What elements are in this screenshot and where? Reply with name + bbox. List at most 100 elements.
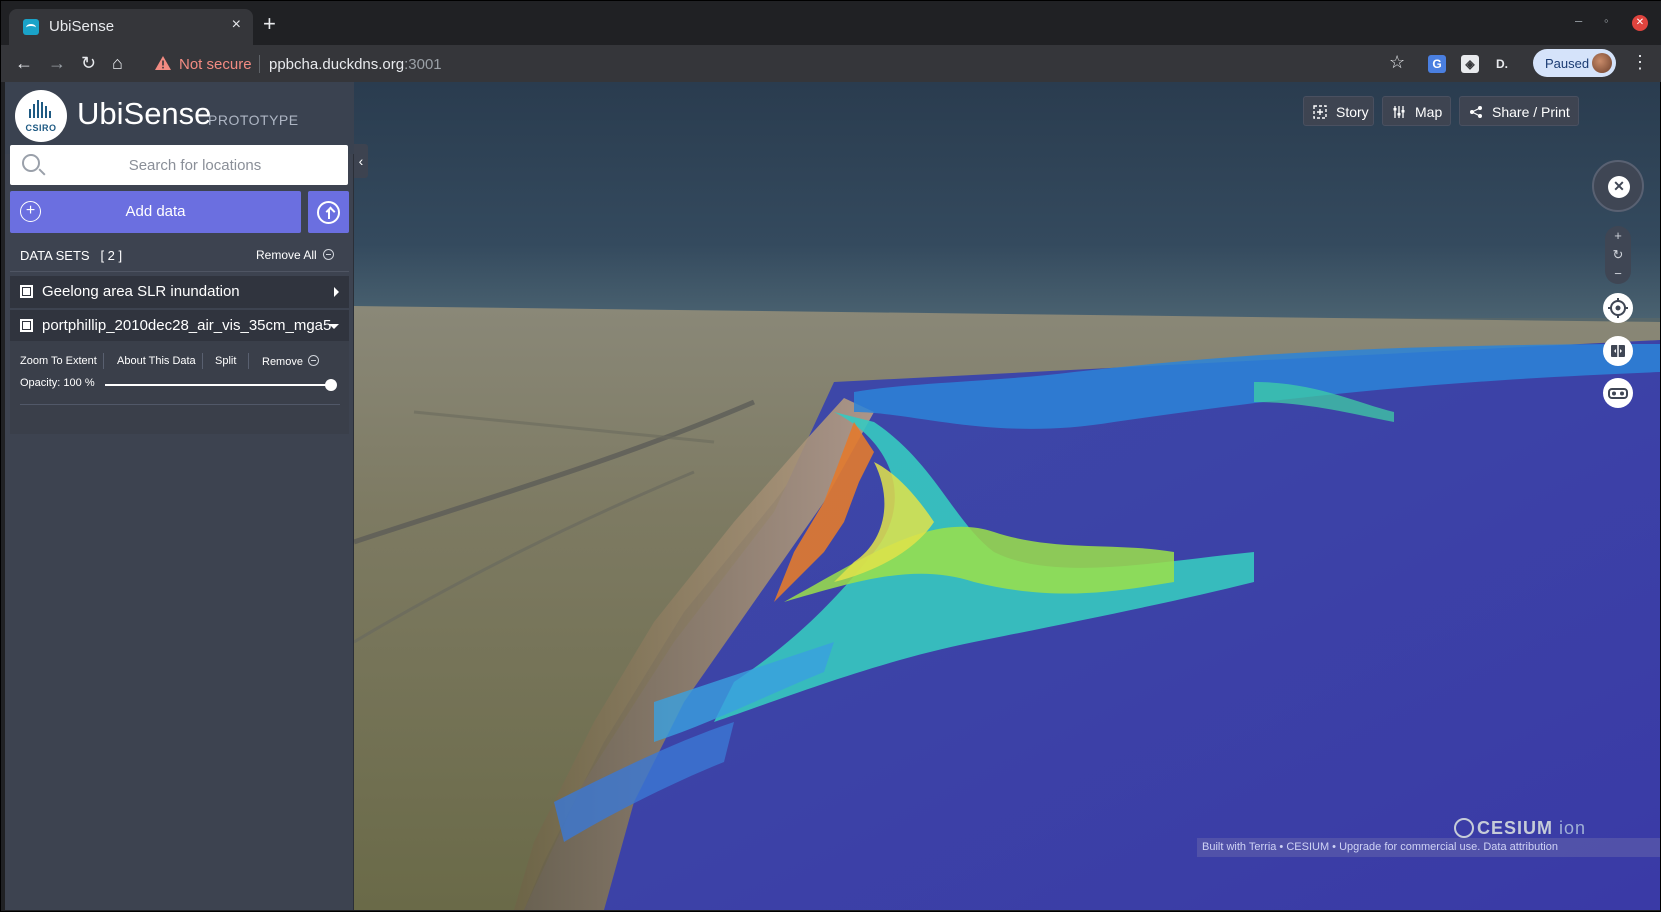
- search-icon: [22, 154, 40, 172]
- divider: [10, 271, 349, 272]
- map-3d-view[interactable]: Story Map Share / Print + ↻ −: [354, 82, 1660, 910]
- add-data-button[interactable]: + Add data: [10, 191, 301, 233]
- action-divider: [202, 353, 203, 369]
- slider-knob[interactable]: [325, 379, 337, 391]
- split-button[interactable]: Split: [215, 355, 236, 367]
- dataset-name: portphillip_2010dec28_air_vis_35cm_mga55: [42, 317, 332, 334]
- chevron-left-icon: ‹: [358, 153, 364, 169]
- action-divider: [248, 353, 249, 369]
- add-data-label: Add data: [125, 203, 186, 220]
- dataset-checkbox[interactable]: [20, 285, 33, 298]
- my-location-button[interactable]: [1603, 293, 1633, 323]
- share-print-label: Share / Print: [1492, 104, 1570, 120]
- terrain-scene: [354, 306, 1660, 910]
- vr-goggles-icon: [1608, 388, 1628, 399]
- collapse-sidebar-button[interactable]: ‹: [354, 144, 368, 178]
- opacity-label: Opacity: 100 %: [20, 377, 95, 389]
- compass-control[interactable]: [1592, 160, 1644, 212]
- map-settings-button[interactable]: Map: [1382, 96, 1451, 126]
- zoom-to-extent-button[interactable]: Zoom To Extent: [20, 355, 97, 367]
- browser-menu-icon[interactable]: ⋮: [1631, 52, 1649, 73]
- cesium-ring-icon: [1454, 818, 1474, 838]
- url-port: :3001: [404, 56, 442, 73]
- map-label: Map: [1415, 104, 1443, 120]
- profile-status: Paused: [1545, 56, 1590, 71]
- minimize-button[interactable]: –: [1575, 13, 1582, 28]
- browser-window: UbiSense × + – ◦ ✕ ← → ↻ ⌂ Not secure pp…: [0, 0, 1661, 912]
- dataset-item[interactable]: Geelong area SLR inundation: [10, 276, 349, 308]
- dataset-checkbox[interactable]: [20, 319, 33, 332]
- profile-button[interactable]: Paused: [1533, 49, 1616, 77]
- story-button[interactable]: Story: [1303, 96, 1374, 126]
- close-window-button[interactable]: ✕: [1632, 15, 1648, 31]
- home-icon[interactable]: ⌂: [112, 53, 123, 73]
- collapse-arrow-icon[interactable]: [329, 324, 339, 329]
- opacity-slider[interactable]: [105, 379, 337, 391]
- map-credits[interactable]: Built with Terria • CESIUM • Upgrade for…: [1197, 838, 1660, 857]
- zoom-control: + ↻ −: [1605, 226, 1631, 284]
- expand-arrow-icon[interactable]: [334, 287, 339, 297]
- sliders-icon: [1393, 106, 1405, 118]
- dataset-name: Geelong area SLR inundation: [42, 283, 240, 300]
- cesium-logo[interactable]: CESIUM ion: [1454, 818, 1586, 839]
- tab-strip: UbiSense × + – ◦ ✕: [1, 1, 1661, 45]
- about-data-button[interactable]: About This Data: [117, 355, 196, 367]
- datasets-title: DATA SETS [ 2 ]: [20, 248, 122, 263]
- logo-text: CSIRO: [25, 123, 57, 133]
- split-icon: [1611, 344, 1625, 358]
- story-icon: [1313, 105, 1327, 119]
- share-print-button[interactable]: Share / Print: [1459, 96, 1579, 126]
- back-icon[interactable]: ←: [15, 53, 33, 73]
- compass-icon: [1608, 176, 1630, 198]
- zoom-in-button[interactable]: +: [1605, 226, 1631, 245]
- prototype-badge: PROTOTYPE: [208, 112, 299, 128]
- restore-button[interactable]: ◦: [1604, 13, 1609, 28]
- action-divider: [103, 353, 104, 369]
- crosshair-icon: [1608, 298, 1628, 318]
- sidebar: CSIRO UbiSense PROTOTYPE + Add data DATA…: [5, 82, 354, 910]
- reload-icon[interactable]: ↻: [81, 53, 96, 73]
- address-bar[interactable]: Not secure ppbcha.duckdns.org:3001: [151, 49, 1401, 79]
- location-search: [10, 145, 348, 185]
- tab-title: UbiSense: [49, 18, 115, 35]
- upload-button[interactable]: [308, 191, 349, 233]
- dataset-item[interactable]: portphillip_2010dec28_air_vis_35cm_mga55: [10, 310, 349, 342]
- datasets-title-label: DATA SETS: [20, 248, 90, 263]
- datasets-count: [ 2 ]: [100, 248, 123, 263]
- brand-header: CSIRO UbiSense PROTOTYPE: [5, 82, 354, 154]
- csiro-logo[interactable]: CSIRO: [15, 90, 67, 142]
- browser-tab[interactable]: UbiSense ×: [9, 9, 253, 45]
- omnibox-divider: [259, 55, 260, 73]
- warning-icon: [155, 56, 171, 70]
- translate-extension-icon[interactable]: G: [1428, 55, 1446, 73]
- d-extension-icon[interactable]: D.: [1493, 55, 1511, 73]
- logo-bars-icon: [29, 100, 53, 118]
- avatar: [1592, 53, 1612, 73]
- url-text[interactable]: ppbcha.duckdns.org:3001: [269, 56, 442, 73]
- search-input[interactable]: [50, 145, 340, 185]
- cesium-logo-text: CESIUM: [1477, 818, 1554, 838]
- vr-mode-button[interactable]: [1603, 378, 1633, 408]
- panel-divider: [20, 404, 340, 405]
- upload-icon: [317, 201, 340, 224]
- zoom-reset-button[interactable]: ↻: [1605, 245, 1631, 264]
- new-tab-button[interactable]: +: [263, 11, 276, 37]
- story-label: Story: [1336, 104, 1369, 120]
- share-icon: [1470, 106, 1482, 118]
- dataset-details-panel: Zoom To Extent About This Data Split Rem…: [10, 341, 349, 434]
- app-title: UbiSense: [77, 96, 212, 131]
- browser-toolbar: ← → ↻ ⌂ Not secure ppbcha.duckdns.org:30…: [1, 45, 1661, 82]
- remove-all-button[interactable]: Remove All: [256, 248, 334, 262]
- zoom-out-button[interactable]: −: [1605, 264, 1631, 283]
- shield-extension-icon[interactable]: ◈: [1461, 55, 1479, 73]
- bookmark-star-icon[interactable]: ☆: [1389, 52, 1405, 73]
- security-label[interactable]: Not secure: [179, 56, 252, 73]
- split-view-button[interactable]: [1603, 336, 1633, 366]
- tab-close-icon[interactable]: ×: [232, 16, 241, 34]
- page-viewport: Story Map Share / Print + ↻ −: [5, 82, 1660, 910]
- cesium-ion-text: ion: [1559, 818, 1587, 838]
- forward-icon[interactable]: →: [48, 53, 66, 73]
- remove-dataset-button[interactable]: Remove: [262, 355, 319, 368]
- url-host: ppbcha.duckdns.org: [269, 56, 405, 73]
- favicon-icon: [23, 19, 39, 35]
